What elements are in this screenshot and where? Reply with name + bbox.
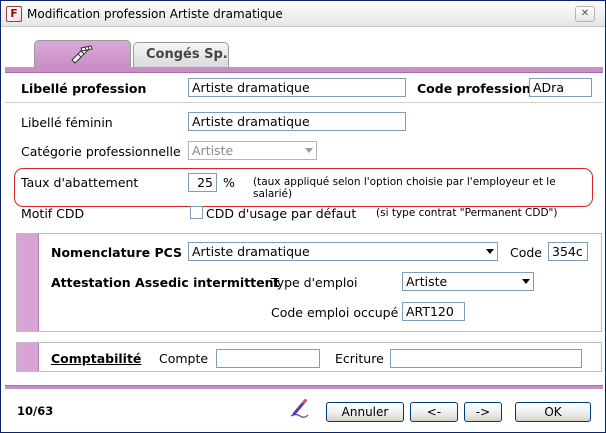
libelle-feminin-input[interactable]: Artiste dramatique [188,112,406,131]
taux-note-line1: (taux appliqué selon l'option choisie pa… [253,176,556,188]
tab-content-bar [5,67,603,73]
section-sidebar [17,234,39,331]
app-icon: F [6,6,22,22]
clapperboard-icon [71,45,93,64]
separator [5,102,603,103]
taux-note-line2: salarié) [253,188,293,200]
type-emploi-label: Type d'emploi [271,275,358,290]
close-button[interactable]: ✕ [575,6,595,22]
pcs-code-input[interactable]: 354c [548,242,588,261]
compte-label: Compte [159,351,209,366]
chevron-down-icon [486,249,494,254]
taux-unit: % [223,175,235,190]
next-button[interactable]: -> [464,402,502,422]
nomenclature-pcs-label: Nomenclature PCS [51,245,183,260]
code-profession-input[interactable]: ADra [529,78,592,97]
window-title: Modification profession Artiste dramatiq… [27,7,283,21]
pencil-icon[interactable] [290,398,310,418]
libelle-feminin-label: Libellé féminin [21,115,113,130]
pcs-code-label: Code [510,245,543,260]
tab-conges[interactable]: Congés Sp. [133,42,229,67]
chevron-down-icon [522,279,530,284]
taux-label: Taux d'abattement [21,175,139,190]
libelle-profession-label: Libellé profession [21,81,147,96]
code-emploi-input[interactable]: ART120 [402,302,465,321]
annuler-button[interactable]: Annuler [326,402,404,422]
previous-button[interactable]: <- [410,402,458,422]
motif-cdd-label: Motif CDD [21,206,85,221]
cdd-usage-label: CDD d'usage par défaut [206,206,357,221]
chevron-down-icon [305,148,313,153]
comptabilite-title: Comptabilité [51,351,142,366]
nomenclature-pcs-value: Artiste dramatique [192,244,310,259]
ecriture-label: Ecriture [335,351,384,366]
compte-input[interactable] [216,349,320,368]
categorie-label: Catégorie professionnelle [21,144,181,159]
attestation-assedic-label: Attestation Assedic intermittent [51,275,280,290]
nomenclature-pcs-select[interactable]: Artiste dramatique [188,242,498,261]
code-profession-label: Code profession [417,81,531,96]
record-counter: 10/63 [17,404,54,418]
footer-bar [5,385,603,389]
ok-button[interactable]: OK [515,402,591,422]
type-emploi-value: Artiste [406,274,448,289]
ecriture-input[interactable] [390,349,582,368]
title-bar: F Modification profession Artiste dramat… [1,1,605,27]
cdd-usage-checkbox[interactable] [190,206,203,219]
type-emploi-select[interactable]: Artiste [402,272,534,291]
cdd-note: (si type contrat "Permanent CDD") [376,207,558,219]
taux-input[interactable]: 25 [188,173,217,192]
tab-main[interactable] [34,40,131,67]
section-sidebar [17,343,39,371]
categorie-select[interactable]: Artiste [188,141,317,160]
dialog-window: F Modification profession Artiste dramat… [0,0,606,433]
code-emploi-label: Code emploi occupé [271,305,399,320]
categorie-value: Artiste [192,143,234,158]
tab-conges-label: Congés Sp. [146,47,228,62]
libelle-profession-input[interactable]: Artiste dramatique [188,78,406,97]
